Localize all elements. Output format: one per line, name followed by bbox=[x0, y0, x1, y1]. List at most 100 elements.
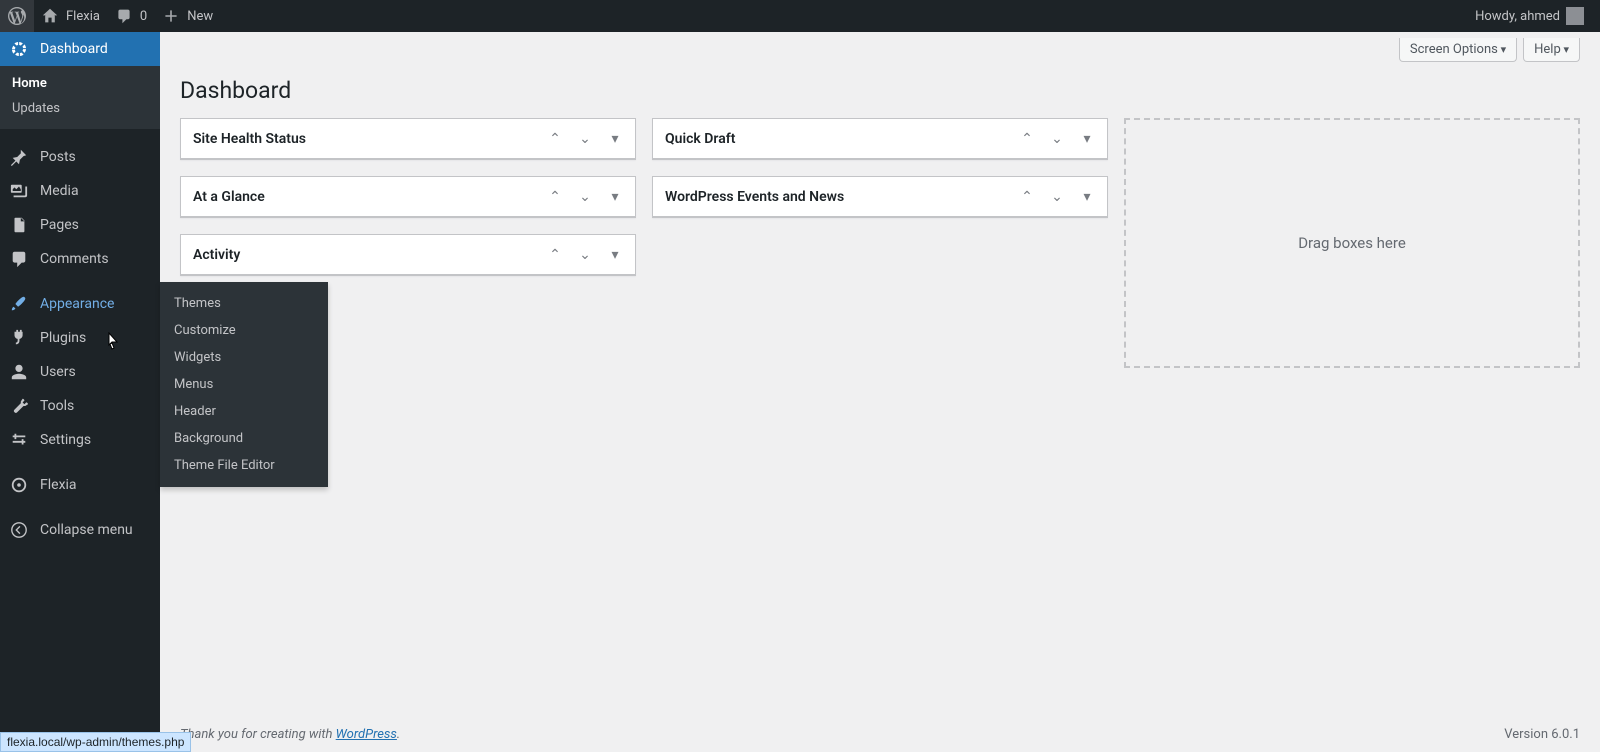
new-label: New bbox=[187, 9, 213, 24]
admin-footer: Thank you for creating with WordPress. V… bbox=[160, 717, 1600, 752]
wrench-icon bbox=[10, 397, 30, 415]
menu-settings-label: Settings bbox=[40, 432, 91, 448]
widget-title: WordPress Events and News bbox=[665, 189, 844, 205]
column-3: Drag boxes here bbox=[1124, 118, 1580, 368]
toggle-icon[interactable]: ▾ bbox=[607, 189, 623, 205]
flyout-widgets[interactable]: Widgets bbox=[160, 344, 328, 371]
sliders-icon bbox=[10, 431, 30, 449]
widget-activity: Activity ⌃ ⌄ ▾ bbox=[180, 234, 636, 276]
widget-header[interactable]: At a Glance ⌃ ⌄ ▾ bbox=[181, 177, 635, 217]
submenu-home[interactable]: Home bbox=[0, 71, 160, 96]
menu-users-label: Users bbox=[40, 364, 76, 380]
flyout-themes[interactable]: Themes bbox=[160, 290, 328, 317]
greeting-text: Howdy, ahmed bbox=[1475, 9, 1560, 24]
dropzone[interactable]: Drag boxes here bbox=[1124, 118, 1580, 368]
footer-thanks: Thank you for creating with WordPress. bbox=[180, 727, 400, 742]
move-up-icon[interactable]: ⌃ bbox=[547, 131, 563, 147]
menu-tools[interactable]: Tools bbox=[0, 389, 160, 423]
widget-actions: ⌃ ⌄ ▾ bbox=[1019, 131, 1095, 147]
menu-appearance-label: Appearance bbox=[40, 296, 114, 312]
menu-users[interactable]: Users bbox=[0, 355, 160, 389]
widget-header[interactable]: Quick Draft ⌃ ⌄ ▾ bbox=[653, 119, 1107, 159]
menu-dashboard-label: Dashboard bbox=[40, 41, 108, 57]
menu-media-label: Media bbox=[40, 183, 79, 199]
menu-plugins[interactable]: Plugins bbox=[0, 321, 160, 355]
browser-status-bar: flexia.local/wp-admin/themes.php bbox=[0, 732, 191, 752]
comment-icon bbox=[116, 8, 134, 24]
site-name-text: Flexia bbox=[66, 9, 100, 24]
toggle-icon[interactable]: ▾ bbox=[1079, 189, 1095, 205]
widget-header[interactable]: WordPress Events and News ⌃ ⌄ ▾ bbox=[653, 177, 1107, 217]
move-down-icon[interactable]: ⌄ bbox=[577, 247, 593, 263]
flyout-theme-editor[interactable]: Theme File Editor bbox=[160, 452, 328, 479]
move-up-icon[interactable]: ⌃ bbox=[1019, 131, 1035, 147]
toggle-icon[interactable]: ▾ bbox=[607, 131, 623, 147]
collapse-icon bbox=[10, 521, 30, 539]
dropzone-text: Drag boxes here bbox=[1298, 234, 1406, 252]
page-title: Dashboard bbox=[180, 68, 1580, 108]
collapse-label: Collapse menu bbox=[40, 522, 133, 538]
menu-pages[interactable]: Pages bbox=[0, 208, 160, 242]
home-icon bbox=[42, 8, 60, 24]
widget-quick-draft: Quick Draft ⌃ ⌄ ▾ bbox=[652, 118, 1108, 160]
move-down-icon[interactable]: ⌄ bbox=[577, 189, 593, 205]
new-content-link[interactable]: New bbox=[155, 0, 221, 32]
move-up-icon[interactable]: ⌃ bbox=[1019, 189, 1035, 205]
widget-wp-events: WordPress Events and News ⌃ ⌄ ▾ bbox=[652, 176, 1108, 218]
wordpress-logo-icon bbox=[8, 7, 26, 25]
menu-media[interactable]: Media bbox=[0, 174, 160, 208]
move-up-icon[interactable]: ⌃ bbox=[547, 247, 563, 263]
my-account-link[interactable]: Howdy, ahmed bbox=[1467, 0, 1592, 32]
move-down-icon[interactable]: ⌄ bbox=[1049, 131, 1065, 147]
content-header-tabs: Screen Options Help bbox=[180, 32, 1580, 68]
media-icon bbox=[10, 182, 30, 200]
menu-dashboard[interactable]: Dashboard bbox=[0, 32, 160, 66]
site-name-link[interactable]: Flexia bbox=[34, 0, 108, 32]
move-down-icon[interactable]: ⌄ bbox=[577, 131, 593, 147]
admin-toolbar: Flexia 0 New Howdy, ahmed bbox=[0, 0, 1600, 32]
submenu-updates[interactable]: Updates bbox=[0, 96, 160, 121]
plug-icon bbox=[10, 329, 30, 347]
flexia-icon bbox=[10, 476, 30, 494]
menu-comments-label: Comments bbox=[40, 251, 109, 267]
comment-icon bbox=[10, 250, 30, 268]
adminbar-right: Howdy, ahmed bbox=[1467, 0, 1592, 32]
menu-settings[interactable]: Settings bbox=[0, 423, 160, 457]
widget-header[interactable]: Site Health Status ⌃ ⌄ ▾ bbox=[181, 119, 635, 159]
brush-icon bbox=[10, 295, 30, 313]
menu-tools-label: Tools bbox=[40, 398, 74, 414]
wp-logo-menu[interactable] bbox=[0, 0, 34, 32]
toggle-icon[interactable]: ▾ bbox=[607, 247, 623, 263]
version-text: Version 6.0.1 bbox=[1504, 727, 1580, 742]
widget-title: Quick Draft bbox=[665, 131, 735, 147]
screen-options-tab[interactable]: Screen Options bbox=[1399, 38, 1517, 62]
comments-link[interactable]: 0 bbox=[108, 0, 155, 32]
column-2: Quick Draft ⌃ ⌄ ▾ WordPress Events and N… bbox=[652, 118, 1108, 368]
move-down-icon[interactable]: ⌄ bbox=[1049, 189, 1065, 205]
menu-flexia[interactable]: Flexia bbox=[0, 468, 160, 502]
flyout-background[interactable]: Background bbox=[160, 425, 328, 452]
menu-posts[interactable]: Posts bbox=[0, 140, 160, 174]
wordpress-link[interactable]: WordPress bbox=[336, 727, 397, 742]
widget-actions: ⌃ ⌄ ▾ bbox=[547, 131, 623, 147]
menu-pages-label: Pages bbox=[40, 217, 79, 233]
menu-flexia-label: Flexia bbox=[40, 477, 77, 493]
widget-title: Activity bbox=[193, 247, 240, 263]
move-up-icon[interactable]: ⌃ bbox=[547, 189, 563, 205]
widget-at-a-glance: At a Glance ⌃ ⌄ ▾ bbox=[180, 176, 636, 218]
help-tab[interactable]: Help bbox=[1523, 38, 1580, 62]
admin-sidebar: Dashboard Home Updates Posts Media Pages… bbox=[0, 32, 160, 752]
appearance-submenu: Themes Customize Widgets Menus Header Ba… bbox=[160, 282, 328, 487]
flyout-menus[interactable]: Menus bbox=[160, 371, 328, 398]
collapse-menu[interactable]: Collapse menu bbox=[0, 513, 160, 547]
flyout-header[interactable]: Header bbox=[160, 398, 328, 425]
menu-comments[interactable]: Comments bbox=[0, 242, 160, 276]
flyout-customize[interactable]: Customize bbox=[160, 317, 328, 344]
menu-posts-label: Posts bbox=[40, 149, 76, 165]
user-icon bbox=[10, 363, 30, 381]
toggle-icon[interactable]: ▾ bbox=[1079, 131, 1095, 147]
menu-appearance[interactable]: Appearance bbox=[0, 287, 160, 321]
widget-header[interactable]: Activity ⌃ ⌄ ▾ bbox=[181, 235, 635, 275]
dashboard-icon bbox=[10, 40, 30, 58]
dashboard-submenu: Home Updates bbox=[0, 66, 160, 129]
